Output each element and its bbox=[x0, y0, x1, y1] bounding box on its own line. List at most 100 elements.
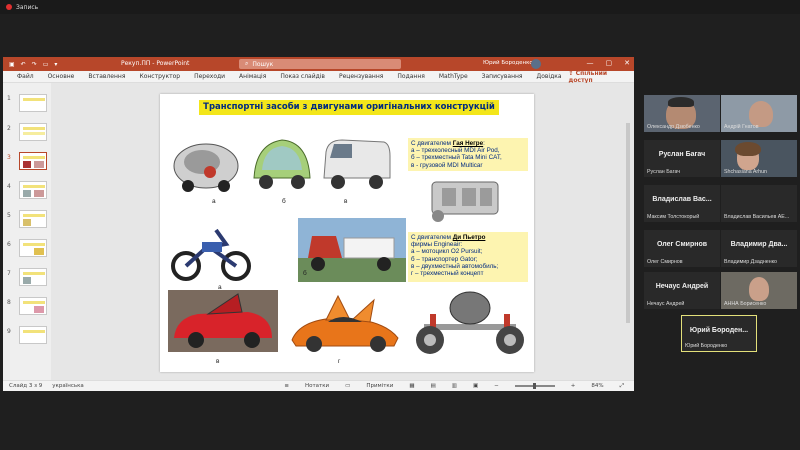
air-pod-image bbox=[173, 143, 239, 192]
thumb-number: 3 bbox=[7, 154, 11, 161]
slide-thumb-4[interactable] bbox=[19, 181, 47, 199]
language-indicator[interactable]: українська bbox=[52, 383, 84, 389]
tab-transitions[interactable]: Переходи bbox=[187, 73, 232, 80]
slide-thumb-6[interactable] bbox=[19, 239, 47, 257]
slide-thumb-5[interactable] bbox=[19, 210, 47, 228]
recording-label: Запись bbox=[16, 3, 39, 11]
thumb-number: 6 bbox=[7, 241, 11, 248]
note1-line: б – трехместный Tata Mini CAT, bbox=[411, 154, 502, 162]
note-dipietro: С двигателем Ди Пьетро фирмы Engineair: … bbox=[408, 232, 528, 282]
participant-tile[interactable]: Олександр Дзюбенко bbox=[644, 95, 720, 132]
tab-home[interactable]: Основне bbox=[41, 73, 82, 80]
user-name[interactable]: Юрий Бороденко bbox=[483, 60, 533, 66]
close-icon[interactable]: ✕ bbox=[624, 59, 630, 67]
reading-view-icon[interactable]: ▥ bbox=[452, 383, 457, 389]
note1-intro: С двигателем bbox=[411, 140, 453, 147]
customize-icon[interactable]: ▾ bbox=[54, 61, 57, 68]
participant-name: АННА Бориcенко bbox=[724, 301, 767, 307]
search-placeholder: Пошук bbox=[252, 60, 274, 68]
slide-thumb-2[interactable] bbox=[19, 123, 47, 141]
tab-design[interactable]: Конструктор bbox=[132, 73, 187, 80]
participant-name: Shchasiana Arhun bbox=[724, 169, 767, 175]
slideshow-icon[interactable]: ▣ bbox=[473, 383, 478, 389]
slide-thumb-7[interactable] bbox=[19, 268, 47, 286]
participant-name: Андрій Гнатов bbox=[724, 124, 759, 130]
participant-tile[interactable]: Shchasiana Arhun bbox=[721, 140, 797, 177]
tab-help[interactable]: Довідка bbox=[530, 73, 569, 80]
status-bar: Слайд 3 з 9 українська ≡ Нотатки ▭ Примі… bbox=[3, 380, 634, 391]
avatar[interactable] bbox=[531, 59, 541, 69]
participant-name: Олександр Дзюбенко bbox=[647, 124, 700, 130]
zoom-out-icon[interactable]: − bbox=[494, 383, 499, 389]
document-title: Рекуп.ПП - PowerPoint bbox=[121, 60, 190, 67]
note1-name: Гая Негре bbox=[452, 140, 484, 147]
tab-slideshow[interactable]: Показ слайдів bbox=[273, 73, 332, 80]
participant-tile[interactable]: Нечаус Андрей Нечаус Андрей bbox=[644, 272, 720, 309]
slide-thumb-3[interactable] bbox=[19, 152, 47, 170]
record-icon bbox=[6, 4, 12, 10]
note-negre: С двигателем Гая Негре: а – трехколесный… bbox=[408, 138, 528, 171]
participant-tile[interactable]: Владимир Два... Владимир Дзадненко bbox=[721, 230, 797, 267]
zoom-level[interactable]: 84% bbox=[591, 383, 603, 389]
minimize-icon[interactable]: — bbox=[587, 59, 594, 67]
participant-tile[interactable]: Владислав Вас... Максим Толстокорый bbox=[644, 185, 720, 222]
note2-line: г – трехместный концепт bbox=[411, 270, 484, 278]
redo-icon[interactable]: ↷ bbox=[32, 61, 37, 68]
slide-title: Транспортні засоби з двигунами оригіналь… bbox=[199, 100, 499, 115]
search-box[interactable]: ⌕ Пошук bbox=[239, 59, 401, 69]
comments-button[interactable]: Примітки bbox=[366, 383, 393, 389]
recording-indicator: Запись bbox=[0, 0, 800, 14]
participant-tile[interactable]: Руслан Багач Руслан Багач bbox=[644, 140, 720, 177]
zoom-in-icon[interactable]: + bbox=[571, 383, 576, 389]
participant-tile[interactable]: Андрій Гнатов bbox=[721, 95, 797, 132]
thumb-number: 7 bbox=[7, 270, 11, 277]
zoom-slider[interactable] bbox=[514, 383, 555, 389]
caption-c2: в bbox=[216, 358, 220, 365]
slide-thumb-8[interactable] bbox=[19, 297, 47, 315]
present-icon[interactable]: ▭ bbox=[43, 61, 49, 68]
tab-file[interactable]: Файл bbox=[10, 73, 41, 80]
notes-button[interactable]: Нотатки bbox=[305, 383, 329, 389]
powerpoint-window: ▣ ↶ ↷ ▭ ▾ Рекуп.ПП - PowerPoint ⌕ Пошук … bbox=[3, 57, 634, 391]
undo-icon[interactable]: ↶ bbox=[21, 61, 26, 68]
note2-line: в – двухместный автомобиль; bbox=[411, 262, 499, 270]
tab-review[interactable]: Рецензування bbox=[332, 73, 390, 80]
maximize-icon[interactable]: ▢ bbox=[606, 59, 613, 67]
participant-display-name: Юрий Бороден... bbox=[689, 327, 749, 334]
thumb-number: 8 bbox=[7, 299, 11, 306]
participant-tile-active[interactable]: Юрий Бороден... Юрий Бороденко bbox=[681, 315, 757, 352]
caption-b1: б bbox=[282, 198, 286, 205]
tab-animations[interactable]: Анімація bbox=[232, 73, 273, 80]
slide-thumb-1[interactable] bbox=[19, 94, 47, 112]
thumb-number: 2 bbox=[7, 125, 11, 132]
comments-icon: ▭ bbox=[345, 383, 351, 389]
slide-canvas[interactable]: Транспортні засоби з двигунами оригіналь… bbox=[160, 94, 534, 372]
note2-intro: С двигателем bbox=[411, 234, 453, 241]
tab-insert[interactable]: Вставлення bbox=[81, 73, 132, 80]
slide-thumb-9[interactable] bbox=[19, 326, 47, 344]
search-icon: ⌕ bbox=[245, 60, 249, 67]
multicar-image bbox=[323, 139, 391, 189]
participant-tile[interactable]: Владислав Васильев АЕ... bbox=[721, 185, 797, 222]
participant-tile[interactable]: АННА Бориcенко bbox=[721, 272, 797, 309]
participant-tile[interactable]: Олег Смирнов Олег Смирнов bbox=[644, 230, 720, 267]
motorcycle-image bbox=[171, 228, 251, 281]
participant-name: Максим Толстокорый bbox=[647, 214, 700, 220]
caption-a1: а bbox=[212, 198, 216, 205]
slide-counter: Слайд 3 з 9 bbox=[9, 383, 43, 389]
vertical-scrollbar[interactable] bbox=[626, 123, 630, 323]
window-controls: — ▢ ✕ bbox=[587, 59, 631, 67]
fit-slide-icon[interactable]: ⤢ bbox=[620, 383, 624, 390]
tata-minicat-image bbox=[253, 139, 311, 189]
note1-colon: : bbox=[483, 140, 485, 147]
tab-view[interactable]: Подання bbox=[390, 73, 431, 80]
share-button[interactable]: ⇪ Спільний доступ bbox=[569, 70, 628, 84]
sorter-view-icon[interactable]: ▤ bbox=[431, 383, 436, 389]
participant-name: Нечаус Андрей bbox=[647, 301, 685, 307]
participant-display-name: Владимир Два... bbox=[730, 241, 788, 248]
normal-view-icon[interactable]: ▦ bbox=[409, 383, 414, 389]
save-icon[interactable]: ▣ bbox=[9, 61, 15, 68]
tab-record[interactable]: Записування bbox=[475, 73, 530, 80]
tab-mathtype[interactable]: MathType bbox=[432, 73, 475, 80]
note2-name: Ди Пьетро bbox=[452, 234, 486, 241]
